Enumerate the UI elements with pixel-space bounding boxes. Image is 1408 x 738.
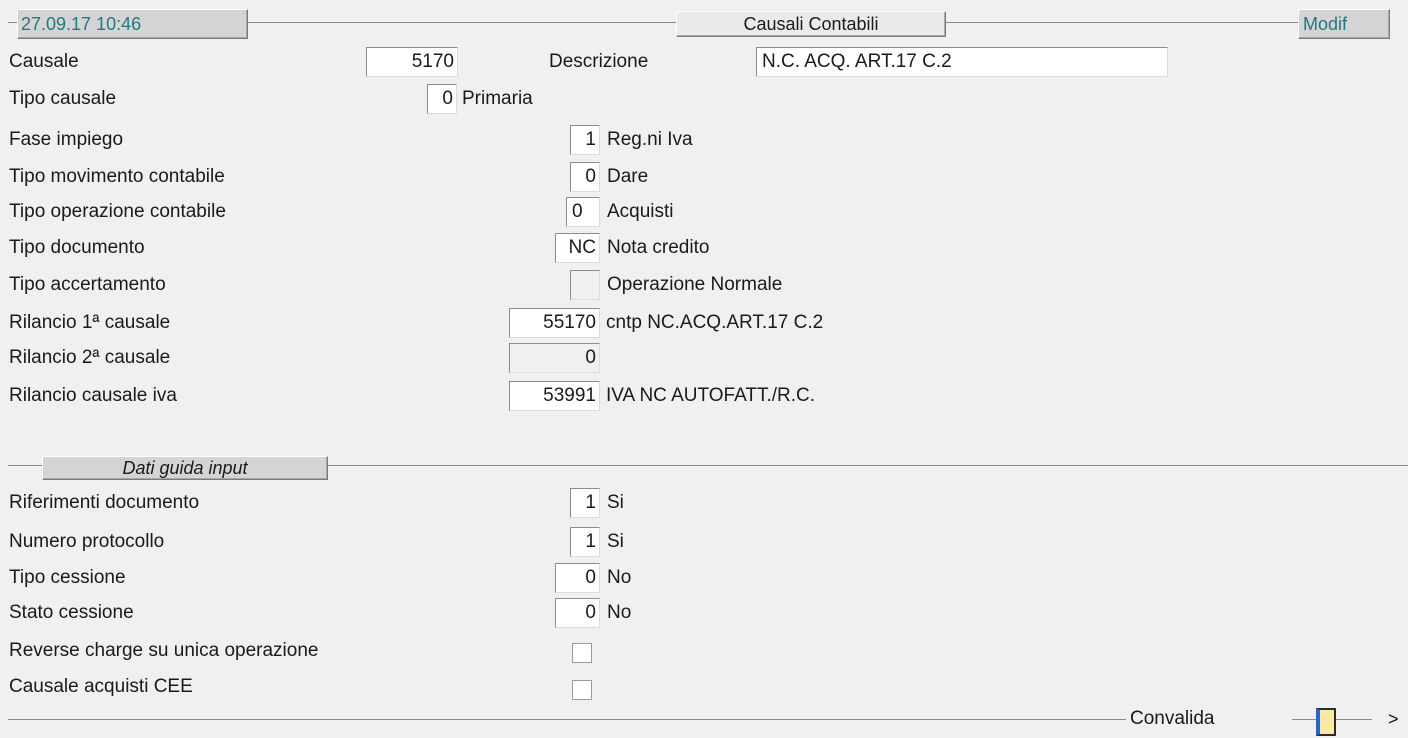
rilancio-iva-desc: IVA NC AUTOFATT./R.C. [606,385,816,406]
acquisti-cee-label: Causale acquisti CEE [9,676,193,697]
tipo-documento-desc: Nota credito [607,237,710,258]
rilancio-1-desc: cntp NC.ACQ.ART.17 C.2 [606,312,824,333]
convalida-button[interactable]: Convalida [1130,707,1215,731]
section-guida-title-box: Dati guida input [42,456,328,480]
record-indicator-icon[interactable] [1316,708,1336,736]
stato-cessione-field[interactable]: 0 [555,598,600,628]
descrizione-field[interactable]: N.C. ACQ. ART.17 C.2 [756,47,1168,77]
causale-field[interactable]: 5170 [366,47,458,77]
tipo-movimento-label: Tipo movimento contabile [9,166,225,187]
tipo-accertamento-label: Tipo accertamento [9,274,166,295]
tipo-cessione-field[interactable]: 0 [555,563,600,593]
datetime-box: 27.09.17 10:46 [17,9,248,39]
tipo-causale-label: Tipo causale [9,88,117,109]
tipo-causale-field[interactable]: 0 [427,84,457,114]
causale-label: Causale [9,51,79,72]
window-title: Causali Contabili [743,14,879,34]
reverse-charge-label: Reverse charge su unica operazione [9,640,319,661]
datetime: 27.09.17 10:46 [21,14,142,34]
tipo-operazione-label: Tipo operazione contabile [9,201,226,222]
footer-rule [8,719,1126,720]
riferimenti-field[interactable]: 1 [570,488,600,518]
rilancio-iva-field[interactable]: 53991 [509,381,600,411]
acquisti-cee-checkbox[interactable] [572,680,592,700]
rilancio-1-field[interactable]: 55170 [509,308,600,338]
tipo-causale-desc: Primaria [462,88,533,109]
protocollo-label: Numero protocollo [9,531,165,552]
section-guida-title: Dati guida input [122,458,248,478]
mode-indicator: Modif [1303,14,1348,34]
tipo-operazione-field[interactable]: 0 [566,197,600,227]
riferimenti-label: Riferimenti documento [9,492,200,513]
tipo-movimento-field[interactable]: 0 [570,162,600,192]
tipo-cessione-label: Tipo cessione [9,567,126,588]
fase-impiego-label: Fase impiego [9,129,124,150]
reverse-charge-checkbox[interactable] [572,643,592,663]
rilancio-1-label: Rilancio 1ª causale [9,312,171,333]
rilancio-2-field[interactable]: 0 [509,343,600,373]
rilancio-iva-label: Rilancio causale iva [9,385,177,406]
riferimenti-desc: Si [607,492,624,513]
tipo-accertamento-desc: Operazione Normale [607,274,783,295]
rilancio-2-label: Rilancio 2ª causale [9,347,171,368]
stato-cessione-desc: No [607,602,632,623]
tipo-accertamento-field[interactable] [570,270,600,300]
tipo-documento-label: Tipo documento [9,237,145,258]
stato-cessione-label: Stato cessione [9,602,134,623]
tipo-cessione-desc: No [607,567,632,588]
tipo-operazione-desc: Acquisti [607,201,674,222]
protocollo-field[interactable]: 1 [570,527,600,557]
fase-impiego-field[interactable]: 1 [570,125,600,155]
protocollo-desc: Si [607,531,624,552]
descrizione-label: Descrizione [549,51,649,72]
fase-impiego-desc: Reg.ni Iva [607,129,693,150]
tipo-movimento-desc: Dare [607,166,649,187]
tipo-documento-field[interactable]: NC [555,233,600,263]
window-title-box: Causali Contabili [676,11,946,37]
next-arrow-icon[interactable]: > [1388,707,1399,731]
mode-box: Modif [1298,9,1390,39]
